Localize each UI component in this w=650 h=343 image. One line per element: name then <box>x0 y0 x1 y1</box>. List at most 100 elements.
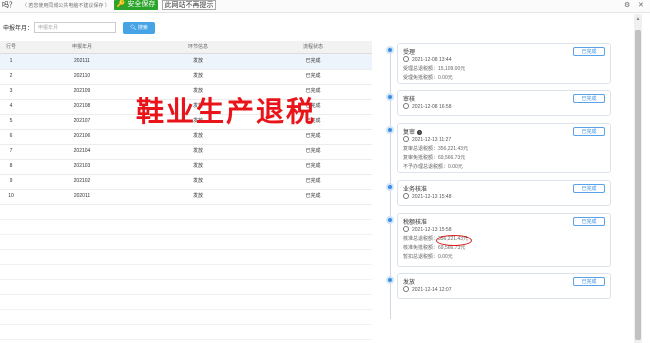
done-label: 已完成 <box>581 219 597 225</box>
search-label: 申报年月： <box>3 26 34 32</box>
scrollbar[interactable]: ▲ <box>634 14 642 343</box>
table-row[interactable]: 1 202111 发放 已完成 <box>0 54 372 70</box>
step-time-text: 2021-12-14 12:07 <box>412 287 452 293</box>
table-row[interactable]: 2 202110 发放 已完成 <box>0 69 372 85</box>
no-prompt-button[interactable]: 此网站不再提示 <box>162 0 216 10</box>
done-status-button[interactable]: 已完成 <box>573 127 605 136</box>
step-title: 业务核准 <box>403 184 427 193</box>
step-time: 2021-12-08 16:58 <box>403 103 451 110</box>
timeline-dot <box>386 183 394 191</box>
row-status: 已完成 <box>305 58 321 64</box>
done-status-button[interactable]: 已完成 <box>573 217 605 226</box>
step-title: 审核 <box>403 94 415 103</box>
timeline-card: 业务核准 已完成 2021-12-13 15:48 <box>397 180 611 206</box>
step-amount-line: 不予办理总退税额：0.00元 <box>403 164 463 170</box>
prompt-warning: （ 若您使用同城公共电脑不建议保存 ） <box>22 3 110 9</box>
row-number: 8 <box>9 163 13 169</box>
header-row-number: 行号 <box>5 44 16 50</box>
row-status: 已完成 <box>305 193 321 199</box>
row-period: 202107 <box>73 118 91 124</box>
row-stage: 发放 <box>192 148 203 154</box>
row-number: 4 <box>9 103 13 109</box>
step-time-text: 2021-12-13 11:27 <box>412 137 452 143</box>
timeline-dot <box>386 216 394 224</box>
done-status-button[interactable]: 已完成 <box>573 94 605 103</box>
clock-icon <box>403 136 409 142</box>
timeline-dot <box>386 276 394 284</box>
row-period: 202104 <box>73 148 91 154</box>
empty-row <box>0 294 372 310</box>
save-prompt-bar: 吗？ （ 若您使用同城公共电脑不建议保存 ） 🔑 安全保存 此网站不再提示 ⚙ … <box>0 0 650 13</box>
clock-icon <box>403 286 409 292</box>
timeline-card: 复审? 已完成 2021-12-13 11:27 复审总退税额：356,221.43元… <box>397 123 611 173</box>
empty-row <box>0 234 372 250</box>
row-number: 10 <box>8 193 14 199</box>
row-stage: 发放 <box>192 133 203 139</box>
empty-row <box>0 219 372 235</box>
step-title: 税额核准 <box>403 217 427 226</box>
clock-icon <box>403 226 409 232</box>
row-period: 202108 <box>73 103 91 109</box>
done-label: 已完成 <box>581 129 597 135</box>
row-period: 202110 <box>73 73 91 79</box>
row-period: 202109 <box>73 88 91 94</box>
step-title: 受理 <box>403 47 415 56</box>
timeline-dot <box>386 46 394 54</box>
step-amount-line: 暂扣总退税额：0.00元 <box>403 254 453 260</box>
gear-icon[interactable]: ⚙ <box>624 1 630 10</box>
row-period: 202011 <box>73 193 91 199</box>
save-button[interactable]: 🔑 安全保存 <box>114 0 158 10</box>
step-time: 2021-12-13 15:58 <box>403 226 451 233</box>
timeline-card: 发放 已完成 2021-12-14 12:07 <box>397 273 611 299</box>
table-header: 行号 申报年月 环节信息 流程状态 <box>0 41 372 54</box>
table-row[interactable]: 7 202104 发放 已完成 <box>0 144 372 160</box>
step-amount-line: 复审总退税额：356,221.43元 <box>403 146 469 152</box>
done-status-button[interactable]: 已完成 <box>573 47 605 56</box>
close-icon[interactable]: ✕ <box>638 1 644 10</box>
row-number: 1 <box>9 58 13 64</box>
timeline-card: 审核 已完成 2021-12-08 16:58 <box>397 90 611 116</box>
row-status: 已完成 <box>305 163 321 169</box>
search-icon: 🔍︎ <box>130 25 137 31</box>
key-icon: 🔑 <box>116 1 126 8</box>
row-period: 202106 <box>73 133 91 139</box>
empty-row <box>0 204 372 220</box>
step-time-text: 2021-12-08 16:58 <box>412 104 452 110</box>
table-row[interactable]: 9 202102 发放 已完成 <box>0 174 372 190</box>
step-amount-line: 受理总退税额：15,109.00元 <box>403 66 466 72</box>
table-row[interactable]: 6 202106 发放 已完成 <box>0 129 372 145</box>
step-amount-line: 受理免抵税额：0.00元 <box>403 75 453 81</box>
search-button[interactable]: 🔍︎ 搜索 <box>123 22 155 34</box>
header-period: 申报年月 <box>71 44 92 50</box>
scroll-up-icon[interactable]: ▲ <box>634 16 642 22</box>
done-label: 已完成 <box>581 279 597 285</box>
row-number: 9 <box>9 178 13 184</box>
step-time: 2021-12-13 11:27 <box>403 136 451 143</box>
row-status: 已完成 <box>305 133 321 139</box>
timeline-dot <box>386 93 394 101</box>
highlight-ellipse <box>436 235 472 246</box>
clock-icon <box>403 56 409 62</box>
search-input[interactable]: 申报年月 <box>34 22 116 33</box>
row-period: 202111 <box>74 58 90 64</box>
step-time-text: 2021-12-13 15:58 <box>412 227 452 233</box>
prompt-question: 吗？ <box>2 2 16 9</box>
table-row[interactable]: 8 202103 发放 已完成 <box>0 159 372 175</box>
table-row[interactable]: 10 202011 发放 已完成 <box>0 189 372 205</box>
done-status-button[interactable]: 已完成 <box>573 277 605 286</box>
row-number: 2 <box>9 73 13 79</box>
step-time-text: 2021-12-13 15:48 <box>412 194 452 200</box>
row-stage: 发放 <box>192 73 203 79</box>
done-label: 已完成 <box>581 186 597 192</box>
scroll-thumb[interactable] <box>635 30 641 340</box>
done-status-button[interactable]: 已完成 <box>573 184 605 193</box>
help-icon[interactable]: ? <box>417 130 423 135</box>
row-status: 已完成 <box>305 73 321 79</box>
row-number: 5 <box>9 118 13 124</box>
header-stage: 环节信息 <box>187 44 208 50</box>
search-bar: 申报年月： 申报年月 🔍︎ 搜索 <box>0 20 372 38</box>
records-table: 行号 申报年月 环节信息 流程状态 1 202111 发放 已完成 2 202110 发放已… <box>0 41 373 343</box>
empty-row <box>0 279 372 295</box>
done-label: 已完成 <box>581 49 597 55</box>
step-time: 2021-12-13 15:48 <box>403 193 451 200</box>
